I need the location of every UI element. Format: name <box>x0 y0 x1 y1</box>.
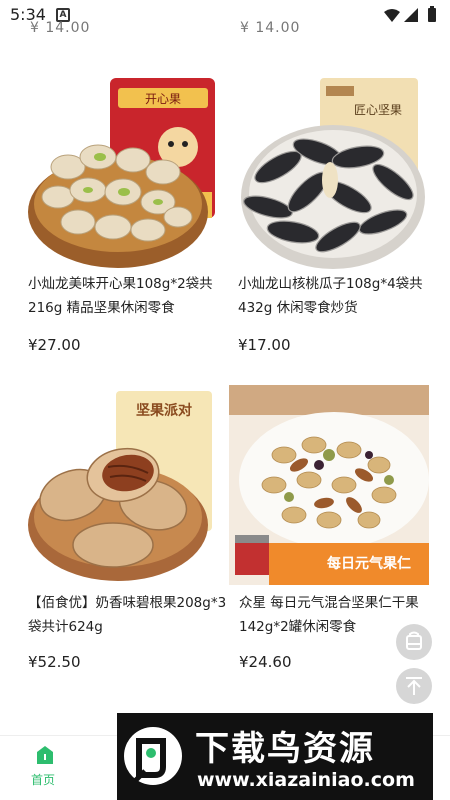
product-image-pecan[interactable]: 坚果派对 <box>28 385 228 585</box>
product-image-sunflower-seeds[interactable]: 匠心坚果 <box>238 72 438 272</box>
product-card[interactable]: 坚果派对 【佰食优】奶香味碧根果208g*3袋共计624g ¥52.50 <box>28 385 228 685</box>
watermark-title: 下载鸟资源 <box>195 729 375 769</box>
package-label: 开心果 <box>145 92 181 106</box>
package-label: 匠心坚果 <box>354 103 402 117</box>
nav-home-label[interactable]: 首页 <box>31 771 55 788</box>
product-price: ¥17.00 <box>238 336 291 354</box>
cart-icon <box>406 631 422 650</box>
back-to-top-icon <box>406 677 422 695</box>
product-title[interactable]: 【佰食优】奶香味碧根果208g*3袋共计624g <box>28 591 233 639</box>
signal-icon <box>404 8 418 22</box>
battery-icon <box>428 8 436 22</box>
watermark-banner: 下载鸟资源 www.xiazainiao.com <box>117 713 433 800</box>
product-price: ¥52.50 <box>28 653 81 671</box>
product-card[interactable]: 匠心坚果 小灿龙山核桃瓜子108g*4袋共432g 休闲零食炒货 ¥17.00 <box>238 72 438 372</box>
package-label: 坚果派对 <box>136 402 192 419</box>
product-image-pistachio[interactable]: 开心果 <box>28 72 228 272</box>
product-image-mixed-nuts[interactable]: 每日元气果仁 <box>229 385 429 585</box>
wifi-icon <box>384 9 400 22</box>
product-title[interactable]: 小灿龙山核桃瓜子108g*4袋共432g 休闲零食炒货 <box>238 272 443 320</box>
home-icon[interactable] <box>36 745 54 765</box>
product-card[interactable]: 开心果 小灿龙美味开心果108g*2袋共216g 精品坚果休闲零食 ¥27.00 <box>28 72 228 372</box>
watermark-url: www.xiazainiao.com <box>197 769 415 791</box>
banner-label: 每日元气果仁 <box>327 555 411 572</box>
status-icons <box>384 6 436 22</box>
cart-float-button[interactable] <box>396 624 432 660</box>
watermark-logo-icon <box>124 727 182 785</box>
partial-price-left: ¥ 14.00 <box>30 20 91 36</box>
product-price: ¥27.00 <box>28 336 81 354</box>
back-to-top-button[interactable] <box>396 668 432 704</box>
product-price: ¥24.60 <box>239 653 292 671</box>
product-title[interactable]: 小灿龙美味开心果108g*2袋共216g 精品坚果休闲零食 <box>28 272 233 320</box>
partial-price-right: ¥ 14.00 <box>240 20 301 36</box>
